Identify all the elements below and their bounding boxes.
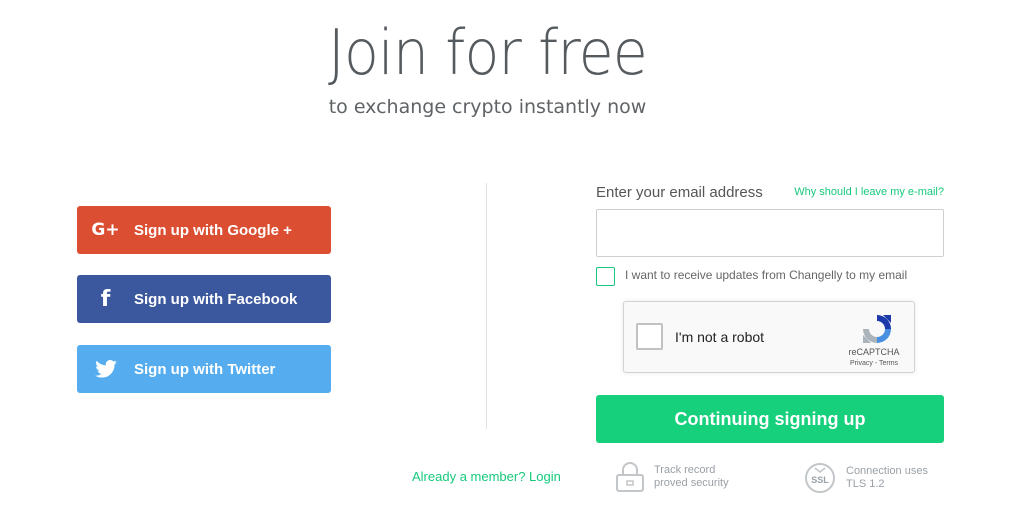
email-input[interactable] — [596, 209, 944, 257]
recaptcha-checkbox[interactable] — [636, 323, 663, 350]
email-label: Enter your email address — [596, 184, 763, 201]
login-link[interactable]: Already a member? Login — [412, 469, 561, 484]
ssl-feature: SSL Connection uses TLS 1.2 — [804, 462, 928, 494]
google-signup-button[interactable]: G+ Sign up with Google + — [77, 206, 331, 254]
facebook-signup-label: Sign up with Facebook — [134, 290, 298, 308]
track-record-feature: Track record proved security — [616, 462, 729, 492]
google-plus-icon: G+ — [91, 220, 120, 240]
continue-signup-button[interactable]: Continuing signing up — [596, 395, 944, 443]
ssl-line2: TLS 1.2 — [846, 478, 885, 490]
vertical-divider — [486, 183, 487, 429]
facebook-signup-button[interactable]: f Sign up with Facebook — [77, 275, 331, 323]
recaptcha-brand: reCAPTCHA — [848, 347, 900, 357]
google-signup-label: Sign up with Google + — [134, 221, 292, 239]
facebook-icon: f — [100, 286, 111, 312]
track-record-line1: Track record — [654, 464, 716, 476]
why-email-link[interactable]: Why should I leave my e-mail? — [794, 186, 944, 198]
updates-checkbox[interactable] — [596, 267, 615, 286]
page-subtitle: to exchange crypto instantly now — [328, 96, 647, 118]
recaptcha-privacy-terms[interactable]: Privacy - Terms — [844, 360, 904, 367]
ssl-badge-icon: SSL — [804, 462, 836, 494]
ssl-badge-text: SSL — [811, 474, 829, 485]
updates-label: I want to receive updates from Changelly… — [625, 268, 908, 282]
track-record-line2: proved security — [654, 477, 729, 489]
page-title: Join for free — [328, 16, 648, 89]
twitter-bird-icon — [77, 360, 134, 378]
recaptcha-logo-icon — [860, 312, 894, 351]
recaptcha-widget: I'm not a robot reCAPTCHA Privacy - Term… — [623, 301, 915, 373]
recaptcha-label: I'm not a robot — [675, 329, 765, 345]
lock-icon — [616, 462, 644, 492]
twitter-signup-label: Sign up with Twitter — [134, 360, 276, 378]
ssl-line1: Connection uses — [846, 465, 928, 477]
twitter-signup-button[interactable]: Sign up with Twitter — [77, 345, 331, 393]
